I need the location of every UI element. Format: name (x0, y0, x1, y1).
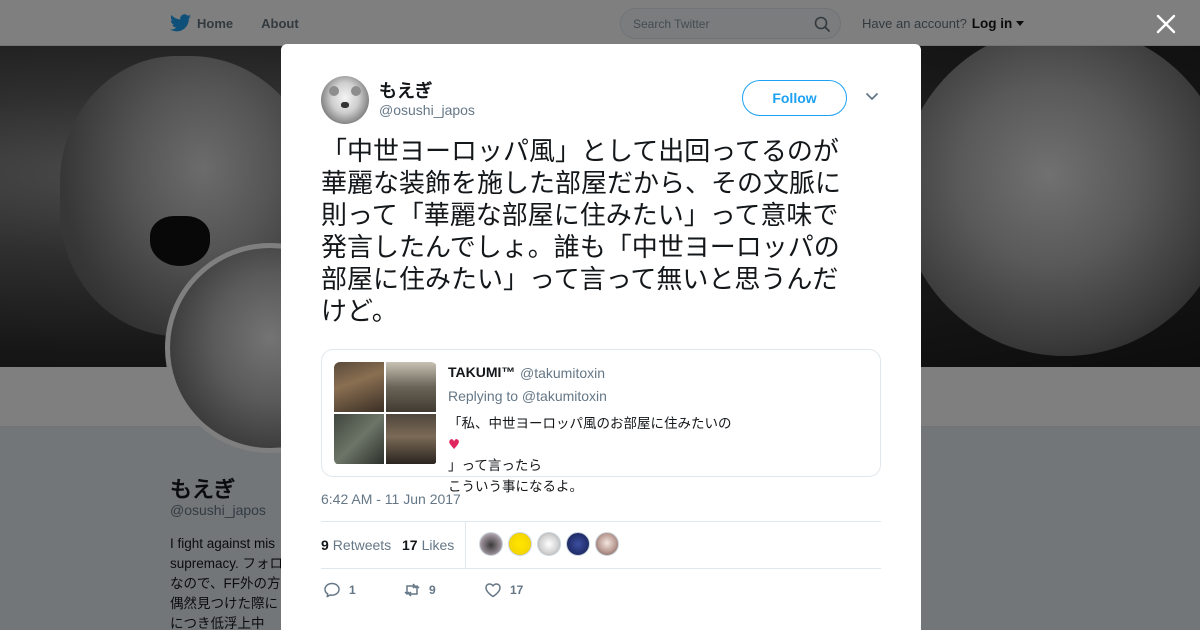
liker-avatar[interactable] (566, 532, 590, 556)
retweets-stat[interactable]: 9 Retweets (321, 537, 391, 553)
liker-avatar[interactable] (595, 532, 619, 556)
chevron-down-icon[interactable] (865, 92, 879, 102)
likes-label: Likes (421, 537, 455, 553)
quoted-media-grid[interactable] (334, 362, 437, 465)
tweet-stats: 9 Retweets 17 Likes (321, 521, 881, 569)
quoted-photo[interactable] (386, 414, 436, 464)
quoted-text-line: 「私、中世ヨーロッパ風のお部屋に住みたいの ♥ 」って言ったら (448, 414, 868, 477)
tweet-text-line: 発言したんでしょ。誰も「中世ヨーロッパの (321, 233, 840, 263)
quoted-author-handle: @takumitoxin (520, 365, 606, 381)
quoted-tweet[interactable]: TAKUMI™ @takumitoxin Replying to @takumi… (321, 349, 881, 495)
quoted-reply-context: Replying to @takumitoxin (448, 388, 607, 404)
liker-avatar[interactable] (508, 532, 532, 556)
quoted-author-name: TAKUMI™ (448, 364, 516, 380)
reply-count: 1 (349, 583, 356, 597)
stats-divider (465, 522, 466, 569)
red-heart-icon: ♥ (448, 437, 461, 453)
tweet-text-line: 華麗な装飾を施した部屋だから、その文脈に (321, 169, 842, 199)
heart-icon (485, 583, 501, 598)
likes-stat[interactable]: 17 Likes (402, 537, 454, 553)
tweet-text: 「中世ヨーロッパ風」として出回ってるのが 華麗な装飾を施した部屋だから、その文脈… (321, 136, 886, 328)
follow-button[interactable]: Follow (742, 80, 847, 116)
reply-button[interactable]: 1 (323, 581, 356, 599)
liker-avatar[interactable] (537, 532, 561, 556)
liker-avatars (479, 532, 619, 556)
tweet-text-line: けど。 (321, 297, 398, 327)
tweet-text-line: 「中世ヨーロッパ風」として出回ってるのが (321, 137, 839, 167)
like-count: 17 (510, 583, 524, 597)
like-button[interactable]: 17 (484, 581, 523, 599)
quoted-photo[interactable] (334, 414, 384, 464)
tweet-timestamp[interactable]: 6:42 AM - 11 Jun 2017 (321, 491, 461, 507)
quoted-text-after: 」って言ったら (448, 458, 542, 474)
tweet-text-line: 部屋に住みたい」って言って無いと思うんだ (321, 265, 839, 295)
author-name[interactable]: もえぎ (379, 77, 432, 103)
avatar-ear (329, 86, 339, 96)
retweet-icon (404, 583, 420, 597)
quoted-photo[interactable] (386, 362, 436, 412)
quoted-text-before: 「私、中世ヨーロッパ風のお部屋に住みたいの (448, 416, 732, 432)
reply-icon (324, 582, 340, 598)
liker-avatar[interactable] (479, 532, 503, 556)
avatar-nose (341, 102, 349, 108)
retweets-label: Retweets (332, 537, 392, 553)
retweets-count: 9 (321, 537, 329, 553)
tweet-actions: 1 9 17 (321, 579, 621, 603)
retweet-button[interactable]: 9 (403, 581, 436, 599)
avatar-ear (351, 86, 361, 96)
author-handle[interactable]: @osushi_japos (379, 102, 475, 118)
tweet-modal: もえぎ @osushi_japos Follow 「中世ヨーロッパ風」として出回… (281, 44, 921, 630)
quoted-photo[interactable] (334, 362, 384, 412)
quoted-text: 「私、中世ヨーロッパ風のお部屋に住みたいの ♥ 」って言ったら こういう事になるよ。 (448, 414, 868, 498)
likes-count: 17 (402, 537, 418, 553)
tweet-text-line: 則って「華麗な部屋に住みたい」って意味で (321, 201, 839, 231)
quoted-text-line: こういう事になるよ。 (448, 479, 583, 495)
retweet-count: 9 (429, 583, 436, 597)
author-avatar[interactable] (321, 76, 369, 124)
close-icon[interactable] (1154, 12, 1178, 36)
